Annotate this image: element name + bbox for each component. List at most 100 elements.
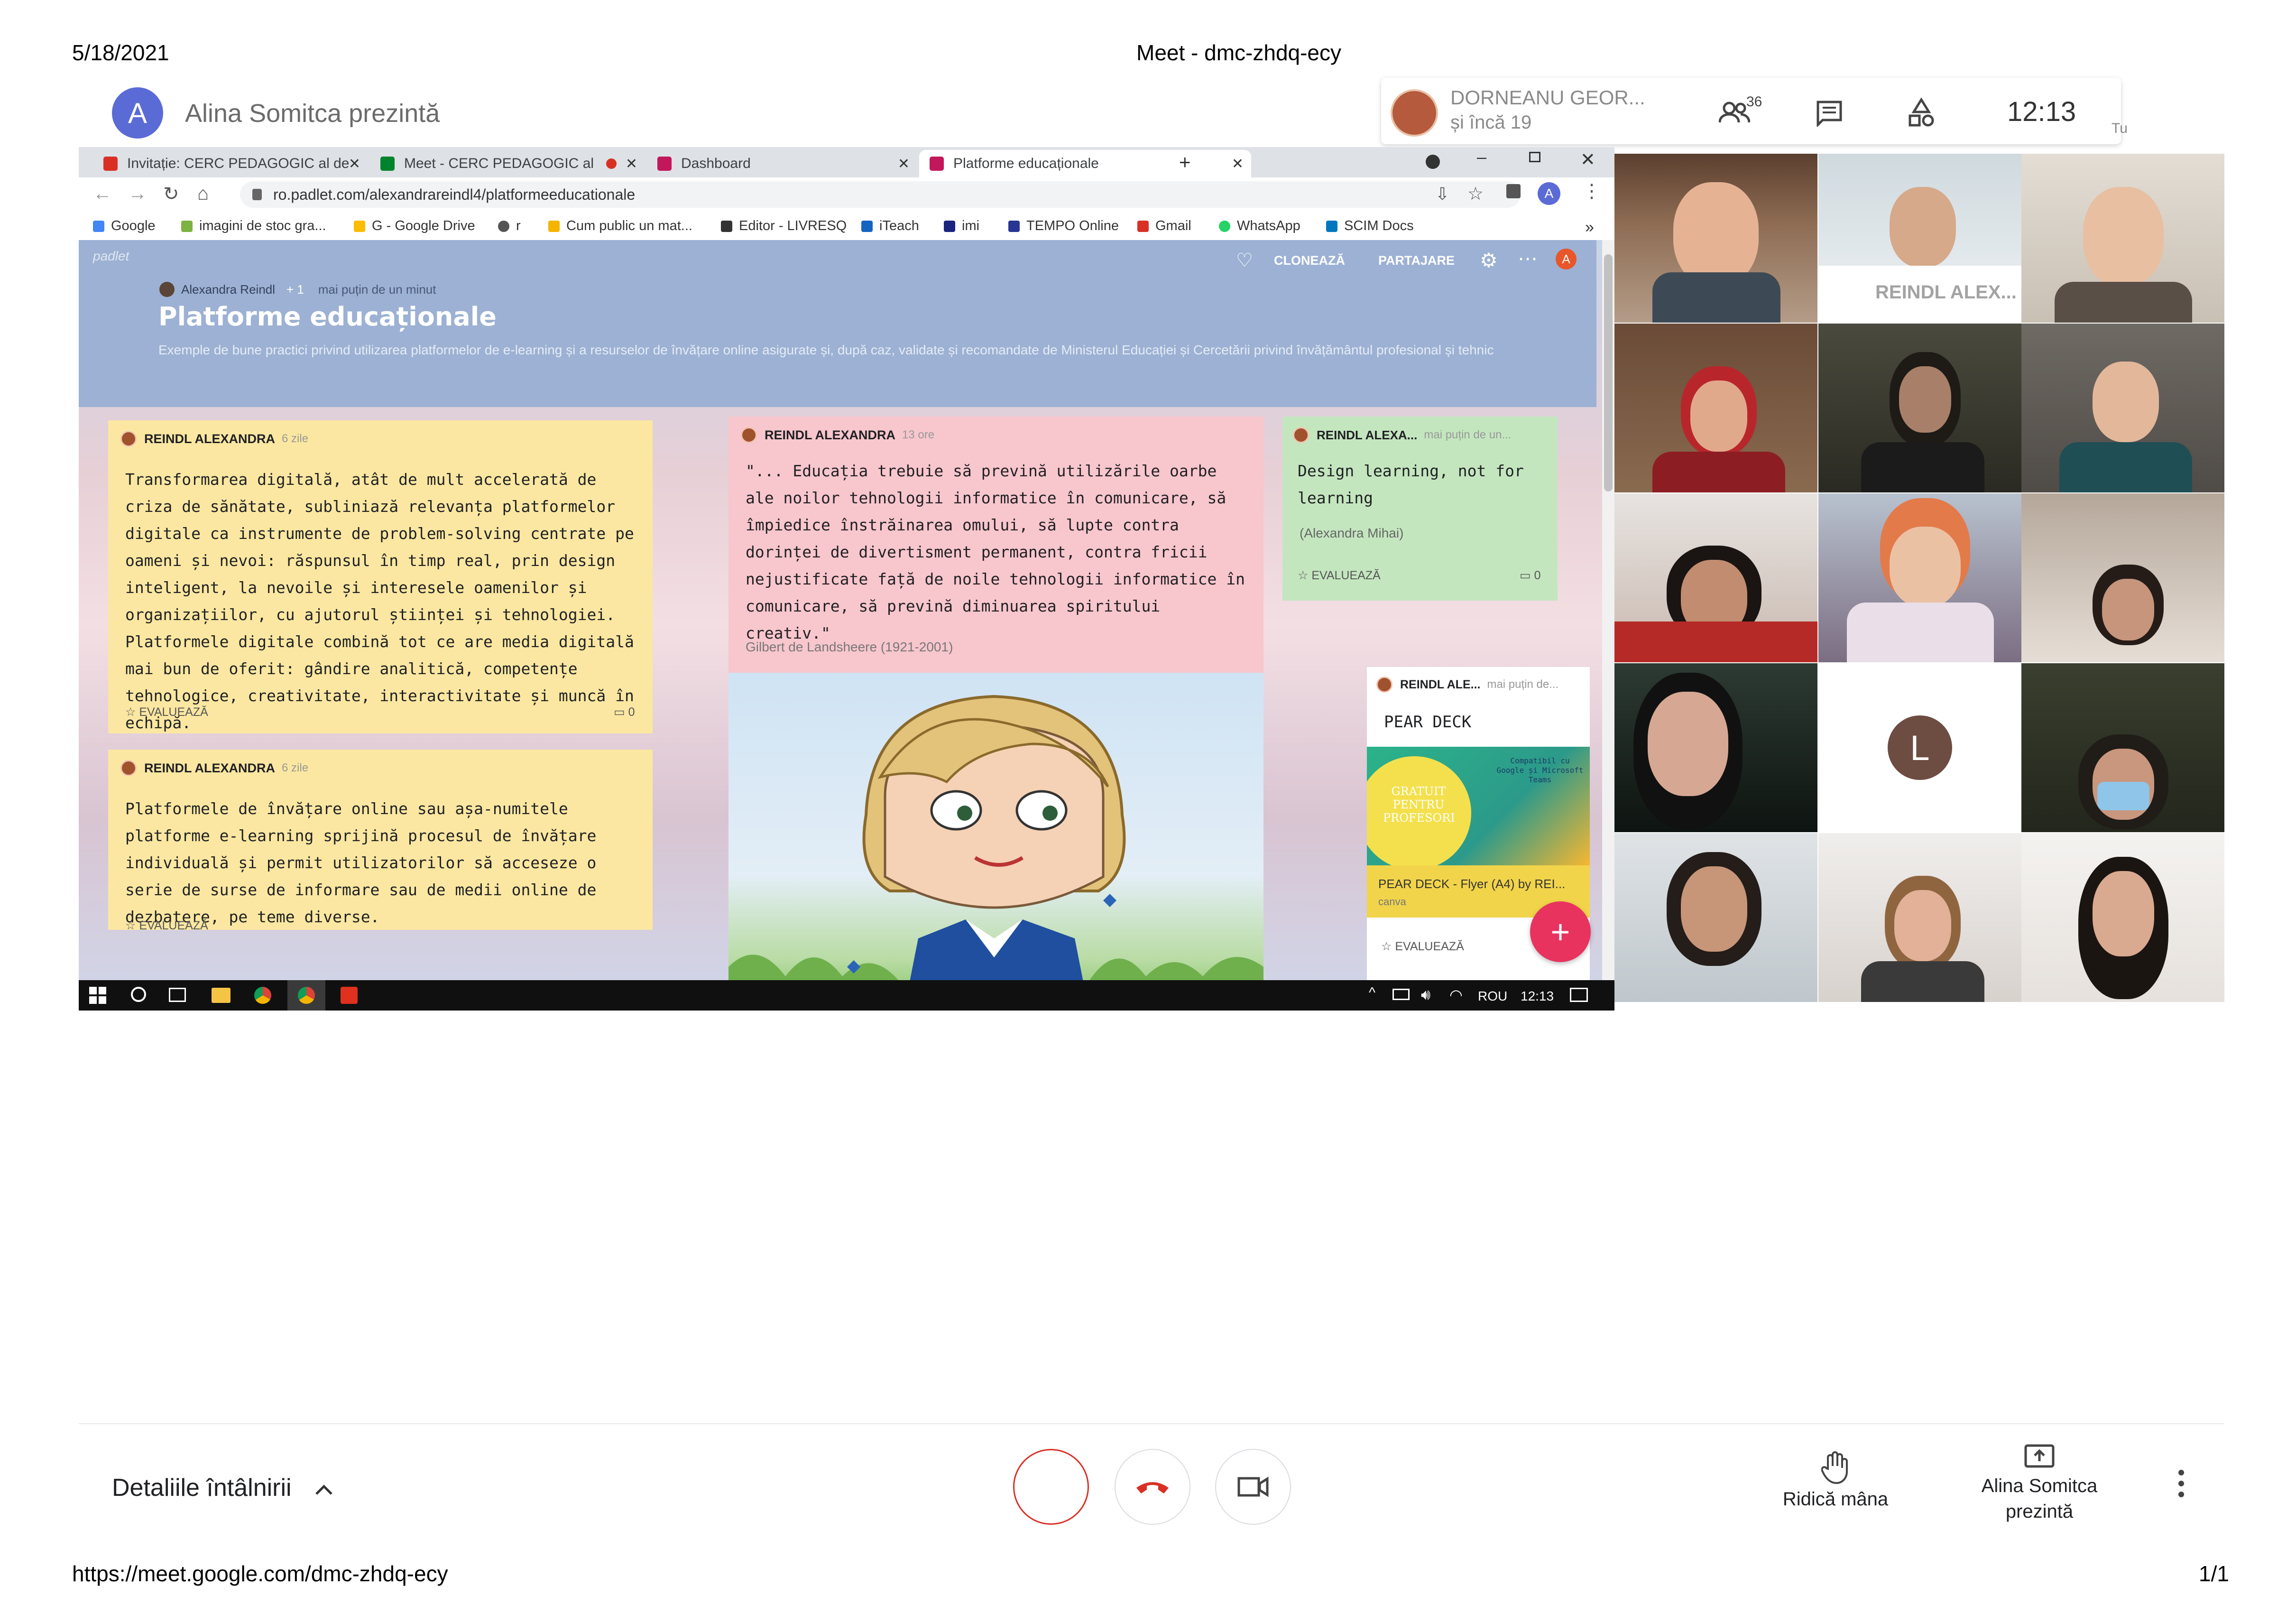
- browser-tab[interactable]: Dashboard ✕: [647, 150, 917, 177]
- padlet-post[interactable]: REINDL ALEXA... mai puțin de un... Design…: [1282, 417, 1558, 601]
- participant-tile[interactable]: [1614, 833, 1817, 1002]
- extensions-icon[interactable]: [1506, 184, 1521, 198]
- input-language[interactable]: ROU: [1478, 989, 1507, 1004]
- presenting-label: Alina Somitca prezintă: [185, 99, 440, 128]
- participant-tile[interactable]: L: [1818, 663, 2021, 832]
- scrollbar[interactable]: [1602, 240, 1614, 1011]
- leave-call-button[interactable]: [1115, 1449, 1190, 1525]
- participant-tile[interactable]: [2021, 833, 2224, 1002]
- participant-tile[interactable]: [2021, 324, 2224, 492]
- comments-count[interactable]: ▭ 0: [1520, 568, 1540, 583]
- comments-count[interactable]: ▭ 0: [614, 705, 635, 719]
- bookmark-item[interactable]: imagini de stoc gra...: [181, 218, 326, 234]
- more-options-icon[interactable]: [2174, 1467, 2188, 1500]
- participant-tile[interactable]: [1614, 324, 1817, 492]
- browser-tab-active[interactable]: Platforme educaționale ✕: [919, 150, 1251, 177]
- install-icon[interactable]: ⇩: [1435, 184, 1449, 204]
- new-tab-button[interactable]: +: [1179, 151, 1191, 174]
- profile-avatar[interactable]: A: [1538, 182, 1560, 205]
- minimize-icon[interactable]: –: [1477, 147, 1486, 167]
- microphone-button[interactable]: [1013, 1449, 1089, 1525]
- bookmark-item[interactable]: WhatsApp: [1219, 218, 1300, 234]
- settings-gear-icon[interactable]: ⚙: [1480, 249, 1498, 272]
- home-icon[interactable]: ⌂: [197, 183, 209, 204]
- padlet-description: Exemple de bune practici privind utiliza…: [158, 343, 1494, 357]
- bookmark-item[interactable]: Editor - LIVRESQ: [721, 218, 847, 234]
- close-tab-icon[interactable]: ✕: [898, 156, 910, 172]
- bookmark-item[interactable]: SCIM Docs: [1326, 218, 1414, 234]
- bookmark-item[interactable]: imi: [944, 218, 979, 234]
- back-icon[interactable]: ←: [93, 183, 112, 204]
- close-tab-icon[interactable]: ✕: [1232, 156, 1244, 172]
- rate-button[interactable]: ☆ EVALUEAZĂ: [125, 918, 208, 933]
- bookmark-item[interactable]: r: [498, 218, 521, 234]
- wifi-icon[interactable]: ◠: [1449, 986, 1463, 1004]
- clone-button[interactable]: CLONEAZĂ: [1274, 253, 1345, 268]
- bookmark-item[interactable]: G - Google Drive: [354, 218, 475, 234]
- add-post-button[interactable]: +: [1530, 901, 1591, 962]
- raise-hand-button[interactable]: Ridică mâna: [1764, 1450, 1907, 1512]
- participant-body: [1861, 961, 1984, 1002]
- rate-button[interactable]: ☆ EVALUEAZĂ: [1381, 939, 1464, 954]
- collaborator-count: + 1: [286, 282, 304, 297]
- padlet-user-avatar[interactable]: A: [1556, 249, 1577, 269]
- participant-tile[interactable]: [1818, 324, 2021, 492]
- participant-tile[interactable]: [1818, 493, 2021, 662]
- chrome-icon[interactable]: [254, 987, 271, 1004]
- acrobat-icon[interactable]: [341, 987, 358, 1004]
- camera-button[interactable]: [1215, 1449, 1291, 1525]
- participant-tile[interactable]: [1614, 493, 1817, 662]
- chrome-icon[interactable]: [298, 987, 315, 1004]
- shared-screen: Invitație: CERC PEDAGOGIC al de ✕ Meet - …: [79, 147, 1614, 1011]
- people-icon[interactable]: 36: [1708, 94, 1762, 129]
- task-view-icon[interactable]: [169, 988, 186, 1002]
- participant-tile[interactable]: [1818, 833, 2021, 1002]
- browser-menu-icon[interactable]: ⋮: [1582, 180, 1601, 202]
- restore-icon[interactable]: [1529, 152, 1540, 162]
- present-now-button[interactable]: Alina Somitca prezintă: [1959, 1444, 2120, 1524]
- bookmark-star-icon[interactable]: ☆: [1467, 183, 1484, 204]
- close-window-icon[interactable]: ✕: [1580, 149, 1595, 170]
- close-tab-icon[interactable]: ✕: [349, 156, 360, 172]
- windows-start-icon[interactable]: [89, 987, 106, 1004]
- participant-tile[interactable]: [2021, 154, 2224, 323]
- rate-button[interactable]: ☆ EVALUEAZĂ: [125, 705, 208, 719]
- chat-icon[interactable]: [1813, 97, 1846, 130]
- meeting-details-button[interactable]: Detaliile întâlnirii: [112, 1474, 333, 1502]
- browser-tab[interactable]: Invitație: CERC PEDAGOGIC al de ✕: [93, 150, 368, 177]
- notifications-icon[interactable]: [1570, 988, 1588, 1002]
- quote-source: Gilbert de Landsheere (1921-2001): [746, 640, 953, 654]
- volume-icon[interactable]: 🔊︎: [1421, 986, 1430, 1004]
- rate-button[interactable]: ☆ EVALUEAZĂ: [1298, 568, 1381, 583]
- bookmark-item[interactable]: iTeach: [861, 218, 919, 234]
- bookmark-item[interactable]: Cum public un mat...: [548, 218, 692, 234]
- more-icon[interactable]: ⋯: [1518, 247, 1538, 270]
- more-bookmarks-icon[interactable]: »: [1585, 218, 1594, 237]
- file-explorer-icon[interactable]: [212, 988, 231, 1003]
- reload-icon[interactable]: ↻: [163, 183, 179, 205]
- participant-tile[interactable]: [1614, 154, 1817, 323]
- padlet-post[interactable]: REINDL ALEXANDRA 13 ore "... Educația tre…: [728, 417, 1263, 1011]
- tray-chevron-icon[interactable]: ^: [1369, 985, 1375, 1001]
- bookmark-item[interactable]: Google: [93, 218, 156, 234]
- padlet-post[interactable]: REINDL ALEXANDRA 6 zile Transformarea dig…: [108, 420, 653, 733]
- participant-tile[interactable]: [1614, 663, 1817, 832]
- close-tab-icon[interactable]: ✕: [626, 156, 637, 172]
- bookmark-item[interactable]: Gmail: [1137, 218, 1191, 234]
- taskbar-clock[interactable]: 12:13: [1521, 989, 1554, 1004]
- scrollbar-thumb[interactable]: [1604, 254, 1613, 492]
- activities-icon[interactable]: [1905, 96, 1938, 130]
- share-button[interactable]: PARTAJARE: [1378, 253, 1455, 268]
- participant-tile[interactable]: [2021, 493, 2224, 662]
- heart-icon[interactable]: ♡: [1236, 250, 1253, 271]
- browser-tab[interactable]: Meet - CERC PEDAGOGIC al ✕: [370, 150, 645, 177]
- bookmark-item[interactable]: TEMPO Online: [1008, 218, 1119, 234]
- padlet-post[interactable]: REINDL ALEXANDRA 6 zile Platformele de în…: [108, 750, 653, 933]
- author-avatar: [1293, 427, 1309, 443]
- url-bar[interactable]: ro.padlet.com/alexandrareindl4/platforme…: [240, 181, 1521, 208]
- search-icon[interactable]: [131, 987, 146, 1002]
- media-control-icon[interactable]: [1426, 155, 1440, 169]
- forward-icon[interactable]: →: [128, 183, 147, 204]
- participant-tile[interactable]: REINDL ALEX...: [1818, 154, 2021, 323]
- participant-tile[interactable]: [2021, 663, 2224, 832]
